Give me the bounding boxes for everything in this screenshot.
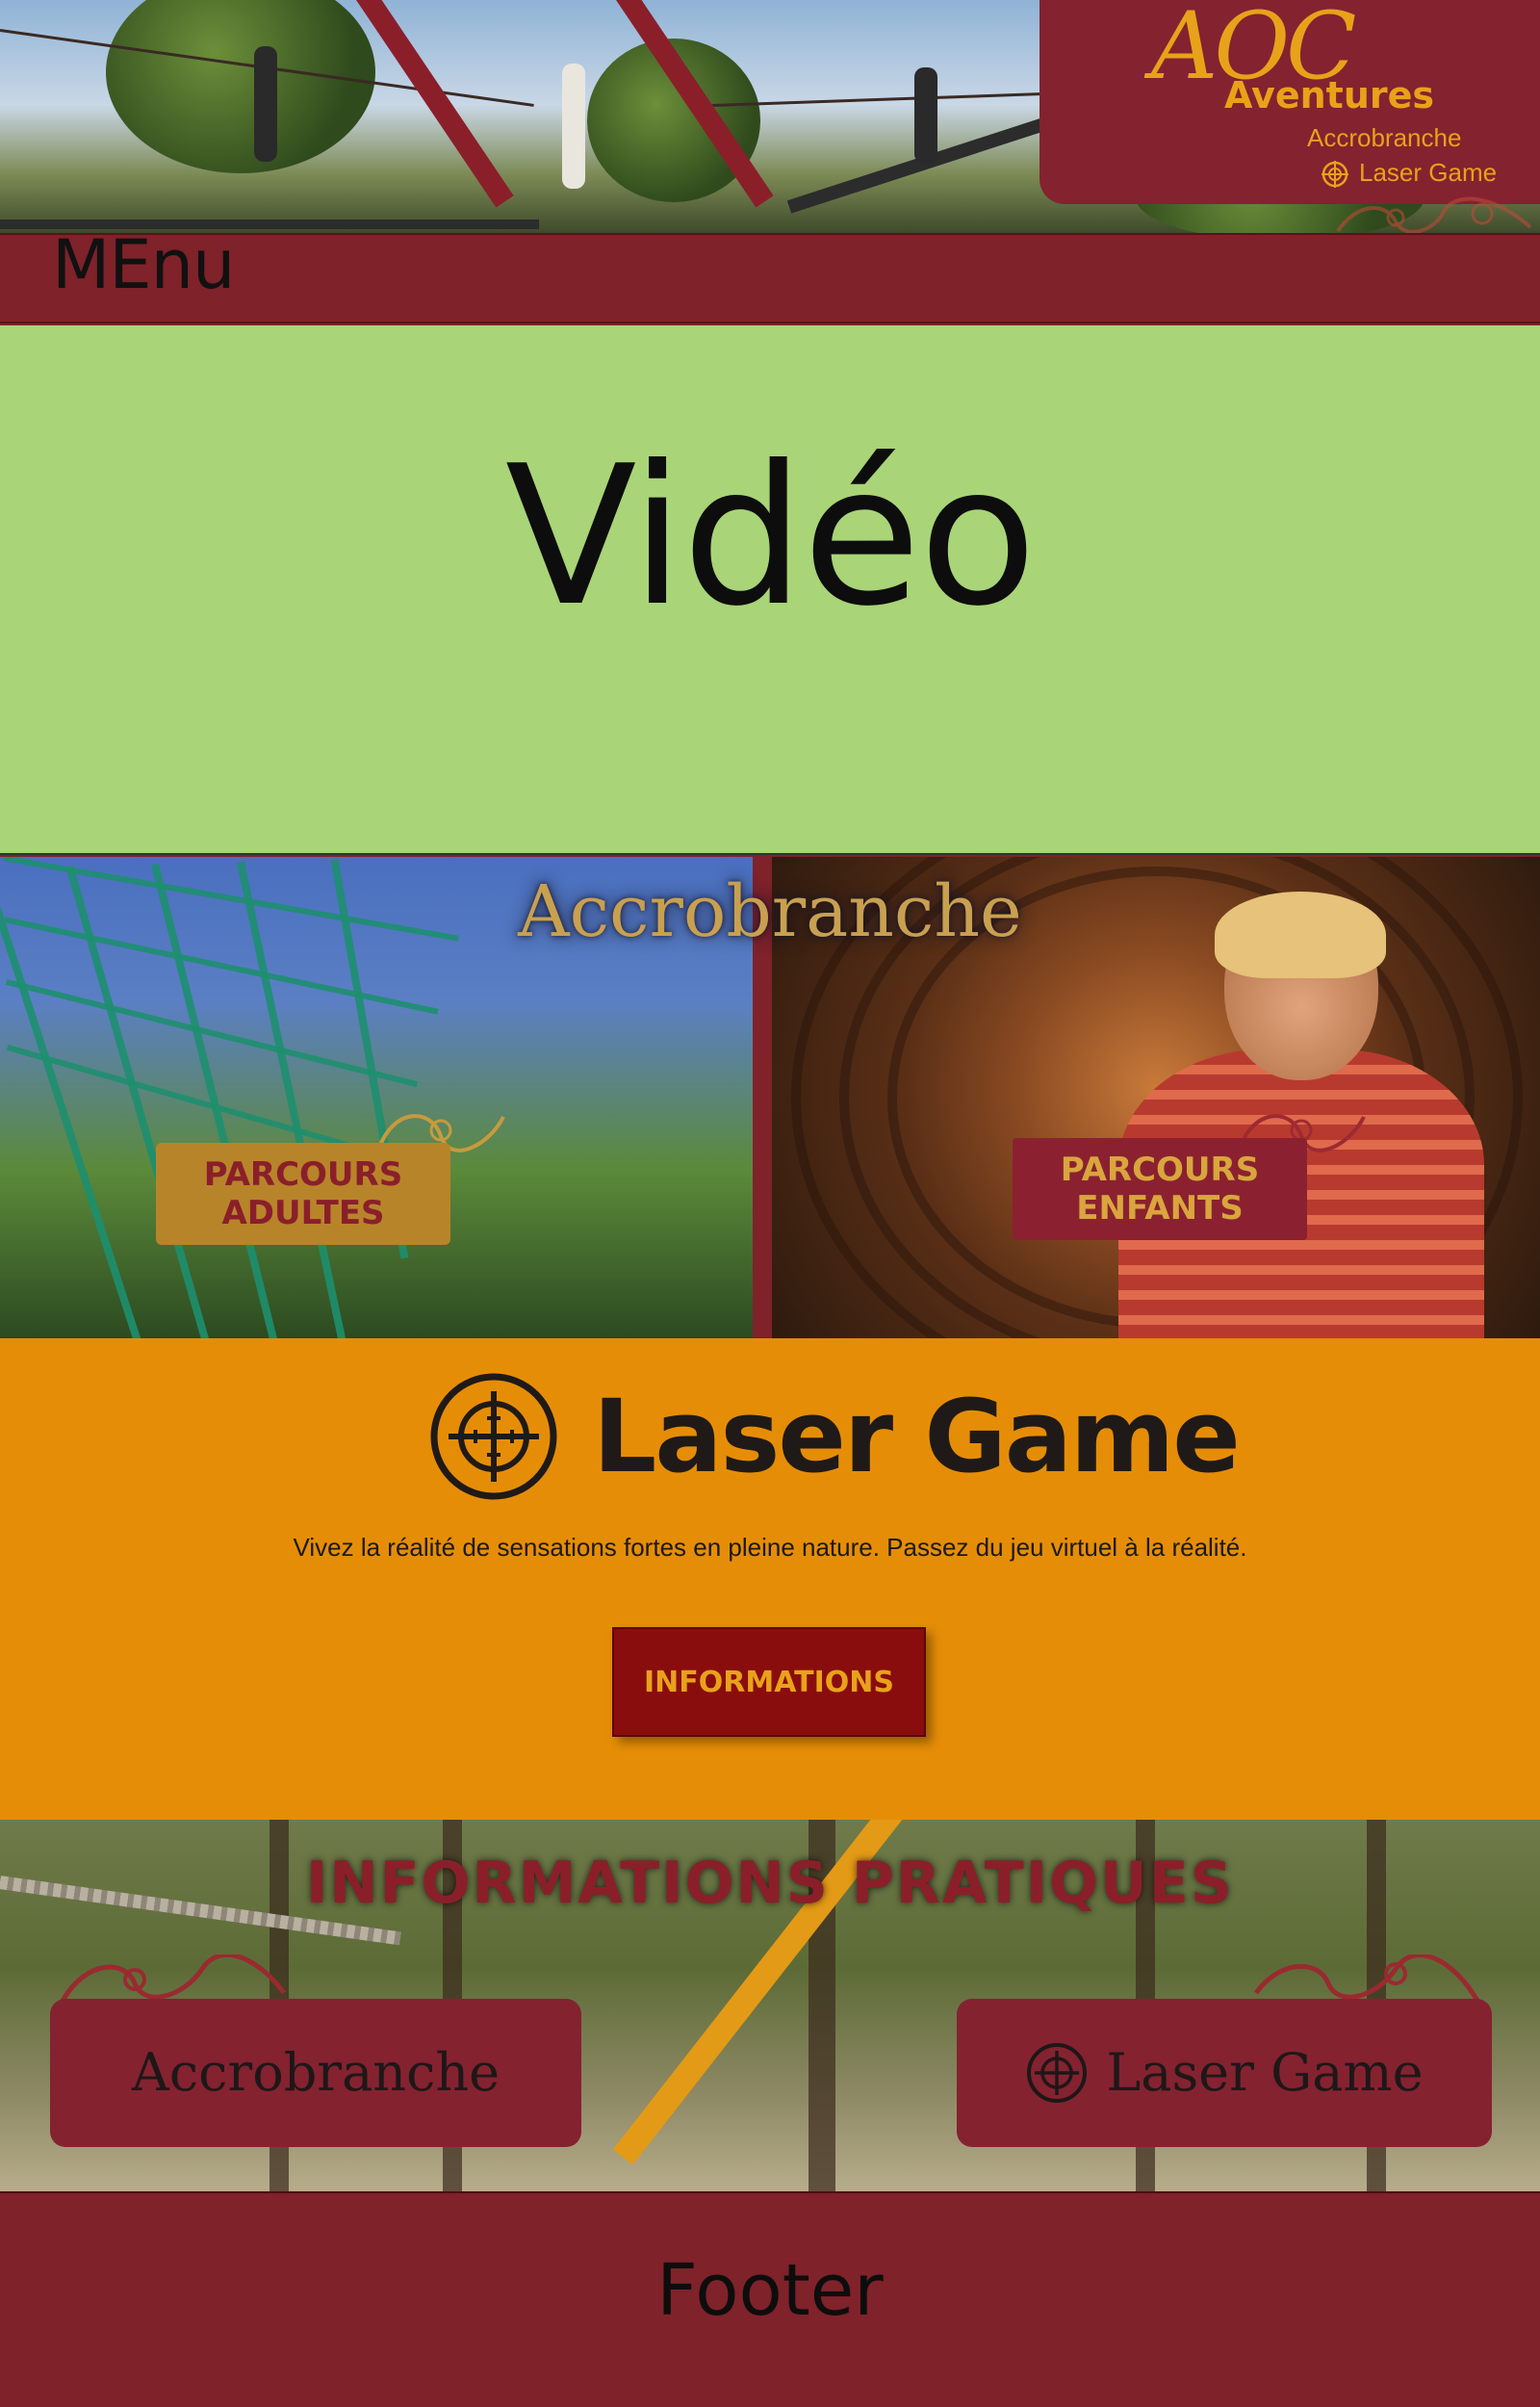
kids-course-button[interactable]: PARCOURS ENFANTS [1013,1138,1307,1240]
practical-info-section: INFORMATIONS PRATIQUES Accrobranche Lase… [0,1820,1540,2191]
informations-button[interactable]: INFORMATIONS [612,1627,926,1737]
laser-game-title: Laser Game [593,1378,1241,1495]
laser-game-info-label: Laser Game [1106,2042,1424,2103]
adult-course-label-line1: PARCOURS [203,1155,403,1194]
kids-course-label-line1: PARCOURS [1060,1151,1260,1189]
laser-game-description: Vivez la réalité de sensations fortes en… [293,1533,1247,1562]
kids-course-label-line2: ENFANTS [1076,1189,1244,1228]
logo-accrobranche-label: Accrobranche [1307,123,1462,152]
accrobranche-title: Accrobranche [518,870,1022,953]
adult-course-button[interactable]: PARCOURS ADULTES [156,1143,450,1245]
diagonal-stripe [356,0,514,208]
laser-game-heading: Laser Game [427,1369,1241,1504]
accrobranche-info-button[interactable]: Accrobranche [50,1999,581,2147]
video-placeholder-label: Vidéo [504,425,1037,649]
practical-info-title: INFORMATIONS PRATIQUES [306,1850,1234,1917]
ornament-swirl [1253,1954,1480,2003]
crosshair-icon [430,1373,557,1500]
tree-foliage [106,0,375,173]
video-section[interactable]: Vidéo [0,325,1540,855]
footer-placeholder-label: Footer [656,2249,884,2332]
accrobranche-section: PARCOURS ADULTES PARCOURS ENFANTS Accrob… [0,857,1540,1338]
logo-wordmark[interactable]: Aventures [1224,77,1434,114]
ornament-swirl [60,1954,287,2003]
person-figure [914,67,937,164]
logo-laser-game-label: Laser Game [1359,158,1498,187]
crosshair-icon [1027,2043,1088,2103]
adult-course-label-line2: ADULTES [221,1194,385,1232]
site-header: AOC Aventures Accrobranche Laser Game [0,0,1540,233]
site-footer: Footer [0,2191,1540,2407]
laser-game-info-button[interactable]: Laser Game [957,1999,1492,2147]
menu-button[interactable]: MEnu [52,231,235,298]
ornament-swirl [1336,196,1532,233]
child-figure [562,64,585,189]
accrobranche-info-label: Accrobranche [131,2042,500,2103]
target-icon [1322,161,1348,188]
laser-game-section: Laser Game Vivez la réalité de sensation… [0,1338,1540,1820]
person-figure [254,46,277,162]
